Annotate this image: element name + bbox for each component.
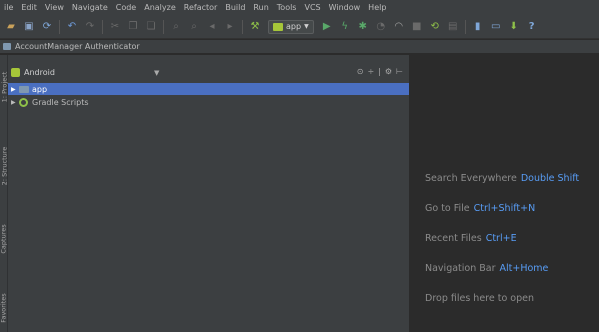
- save-icon[interactable]: ▣: [23, 21, 35, 33]
- chevron-down-icon[interactable]: ▼: [154, 69, 159, 77]
- gradle-icon: [19, 97, 28, 107]
- find-icon[interactable]: ⌕: [170, 21, 182, 33]
- divider: |: [378, 67, 381, 76]
- tool-tab-label: Favorites: [0, 293, 8, 323]
- avd-manager-icon[interactable]: ▮: [472, 21, 484, 33]
- tree-item-gradle-scripts[interactable]: ▶ Gradle Scripts: [8, 96, 409, 108]
- sdk-download-icon[interactable]: ⬇: [508, 21, 520, 33]
- hint-recent-files: Recent Files Ctrl+E: [425, 233, 517, 244]
- project-panel: Android ▼ ⊙ ÷ | ⚙ ⊢ ▶ app ▶ Gradle Scrip…: [8, 55, 409, 332]
- help-icon[interactable]: ?: [526, 21, 538, 33]
- hint-shortcut: Ctrl+E: [485, 233, 517, 244]
- run-configuration-select[interactable]: app ▼: [268, 19, 314, 34]
- menu-refactor[interactable]: Refactor: [180, 3, 222, 12]
- run-icon[interactable]: ▶: [321, 21, 333, 33]
- hint-shortcut: Ctrl+Shift+N: [473, 203, 536, 214]
- cut-icon[interactable]: ✂: [109, 21, 121, 33]
- chevron-down-icon: ▼: [304, 23, 309, 30]
- project-panel-header: Android ▼ ⊙ ÷ | ⚙ ⊢: [8, 64, 409, 81]
- toolbar-separator: [242, 19, 243, 34]
- hint-text: Go to File: [425, 203, 470, 214]
- tool-tab-structure[interactable]: 2: Structure: [0, 135, 8, 197]
- menu-edit[interactable]: Edit: [17, 3, 41, 12]
- device-monitor-icon[interactable]: ▭: [490, 21, 502, 33]
- open-folder-icon[interactable]: ▰: [5, 21, 17, 33]
- run-configuration-label: app: [286, 22, 302, 31]
- hint-text: Recent Files: [425, 233, 482, 244]
- chevron-right-icon[interactable]: ▶: [11, 86, 19, 93]
- editor-area: Search Everywhere Double Shift Go to File…: [409, 55, 599, 332]
- sync-icon[interactable]: ⟳: [41, 21, 53, 33]
- menu-build[interactable]: Build: [221, 3, 249, 12]
- menu-bar: ile Edit View Navigate Code Analyze Refa…: [0, 0, 599, 15]
- menu-analyze[interactable]: Analyze: [140, 3, 180, 12]
- menu-view[interactable]: View: [41, 3, 68, 12]
- menu-vcs[interactable]: VCS: [300, 3, 324, 12]
- gear-icon[interactable]: ⚙: [385, 67, 392, 76]
- hint-drop-files: Drop files here to open: [425, 293, 534, 304]
- paste-icon[interactable]: ❏: [145, 21, 157, 33]
- gradle-sync-icon[interactable]: ⟲: [429, 21, 441, 33]
- redo-icon[interactable]: ↷: [84, 21, 96, 33]
- menu-window[interactable]: Window: [325, 3, 365, 12]
- folder-icon: [3, 43, 11, 50]
- android-icon: [11, 68, 20, 77]
- tool-tab-label: Captures: [0, 224, 9, 254]
- sdk-manager-icon[interactable]: ▤: [447, 21, 459, 33]
- replace-icon[interactable]: ⌕: [188, 21, 200, 33]
- copy-icon[interactable]: ❐: [127, 21, 139, 33]
- tool-tab-label: 1: Project: [0, 71, 9, 103]
- attach-debugger-icon[interactable]: ◠: [393, 21, 405, 33]
- stop-icon[interactable]: ■: [411, 21, 423, 33]
- menu-code[interactable]: Code: [112, 3, 140, 12]
- toolbar-separator: [464, 19, 466, 34]
- main-toolbar: ▰ ▣ ⟳ ↶ ↷ ✂ ❐ ❏ ⌕ ⌕ ◂ ▸ ⚒ app ▼ ▶ ϟ ✱ ◔ …: [0, 15, 599, 39]
- profile-icon[interactable]: ◔: [375, 21, 387, 33]
- forward-icon[interactable]: ▸: [224, 21, 236, 33]
- tree-item-label: app: [32, 84, 48, 94]
- undo-icon[interactable]: ↶: [66, 21, 78, 33]
- make-project-icon[interactable]: ⚒: [249, 21, 261, 33]
- hint-shortcut: Alt+Home: [499, 263, 549, 274]
- hint-go-to-file: Go to File Ctrl+Shift+N: [425, 203, 535, 214]
- menu-file[interactable]: ile: [0, 3, 17, 12]
- toolbar-separator: [163, 19, 164, 34]
- tool-tab-captures[interactable]: Captures: [0, 215, 8, 263]
- left-tool-strip: 1: Project 2: Structure Captures Favorit…: [0, 55, 8, 332]
- hint-text: Search Everywhere: [425, 173, 517, 184]
- navigation-bar: AccountManager Authenticator: [0, 40, 599, 54]
- tree-item-label: Gradle Scripts: [32, 97, 89, 107]
- hint-shortcut: Double Shift: [520, 173, 580, 184]
- target-icon[interactable]: ⊙: [357, 67, 364, 76]
- panel-tools: ⊙ ÷ | ⚙ ⊢: [357, 67, 403, 76]
- hint-navigation-bar: Navigation Bar Alt+Home: [425, 263, 548, 274]
- android-icon: [273, 22, 283, 31]
- toolbar-separator: [59, 19, 60, 34]
- hint-text: Navigation Bar: [425, 263, 496, 274]
- tree-item-app[interactable]: ▶ app: [8, 83, 409, 95]
- project-view-selector[interactable]: Android: [24, 68, 124, 77]
- menu-help[interactable]: Help: [364, 3, 390, 12]
- hint-search-everywhere: Search Everywhere Double Shift: [425, 173, 579, 184]
- back-icon[interactable]: ◂: [206, 21, 218, 33]
- menu-navigate[interactable]: Navigate: [68, 3, 112, 12]
- chevron-right-icon[interactable]: ▶: [11, 99, 19, 106]
- tool-tab-project[interactable]: 1: Project: [0, 61, 8, 113]
- tool-tab-label: 2: Structure: [0, 146, 9, 186]
- debug-icon[interactable]: ✱: [357, 21, 369, 33]
- apply-changes-icon[interactable]: ϟ: [339, 21, 351, 33]
- folder-icon: [19, 85, 29, 93]
- hint-text: Drop files here to open: [425, 293, 535, 304]
- tool-tab-favorites[interactable]: Favorites: [0, 285, 8, 331]
- breadcrumb-project[interactable]: AccountManager Authenticator: [15, 42, 140, 51]
- menu-tools[interactable]: Tools: [273, 3, 301, 12]
- toolbar-separator: [102, 19, 103, 34]
- menu-run[interactable]: Run: [249, 3, 272, 12]
- hide-icon[interactable]: ⊢: [396, 67, 403, 76]
- collapse-icon[interactable]: ÷: [367, 67, 374, 76]
